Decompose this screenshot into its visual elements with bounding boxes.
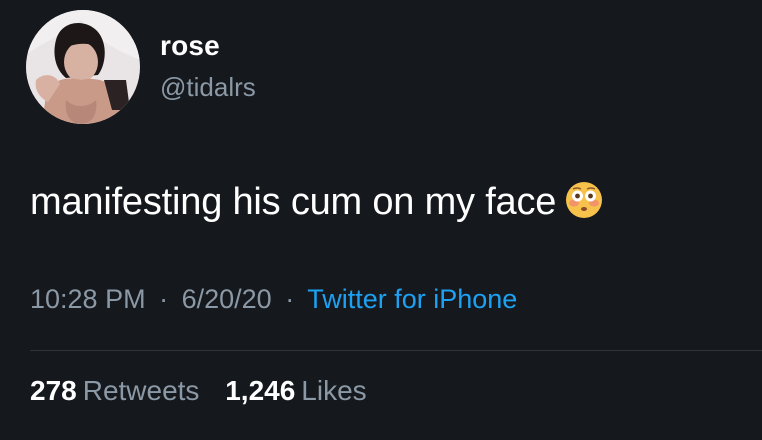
tweet-source-link[interactable]: Twitter for iPhone [307, 284, 517, 314]
tweet-time[interactable]: 10:28 PM [30, 284, 146, 314]
retweets-stat[interactable]: 278 Retweets [30, 375, 207, 406]
avatar[interactable] [26, 10, 140, 124]
tweet-card: rose @tidalrs manifesting his cum on my … [0, 0, 762, 440]
divider [30, 350, 762, 351]
tweet-text-content: manifesting his cum on my face [30, 181, 557, 223]
avatar-image [26, 10, 140, 124]
likes-count: 1,246 [225, 375, 296, 406]
likes-stat[interactable]: 1,246 Likes [225, 375, 366, 406]
retweets-label: Retweets [82, 375, 200, 406]
retweets-count: 278 [30, 375, 77, 406]
tweet-text: manifesting his cum on my face [30, 180, 604, 224]
tweet-stats: 278 Retweets 1,246 Likes [30, 375, 367, 407]
display-name[interactable]: rose [160, 30, 220, 62]
flushed-face-emoji-icon [564, 180, 604, 220]
meta-separator: · [285, 284, 295, 314]
meta-separator: · [159, 284, 169, 314]
likes-label: Likes [301, 375, 367, 406]
user-handle[interactable]: @tidalrs [160, 72, 256, 103]
tweet-meta: 10:28 PM · 6/20/20 · Twitter for iPhone [30, 284, 517, 315]
tweet-date[interactable]: 6/20/20 [182, 284, 272, 314]
